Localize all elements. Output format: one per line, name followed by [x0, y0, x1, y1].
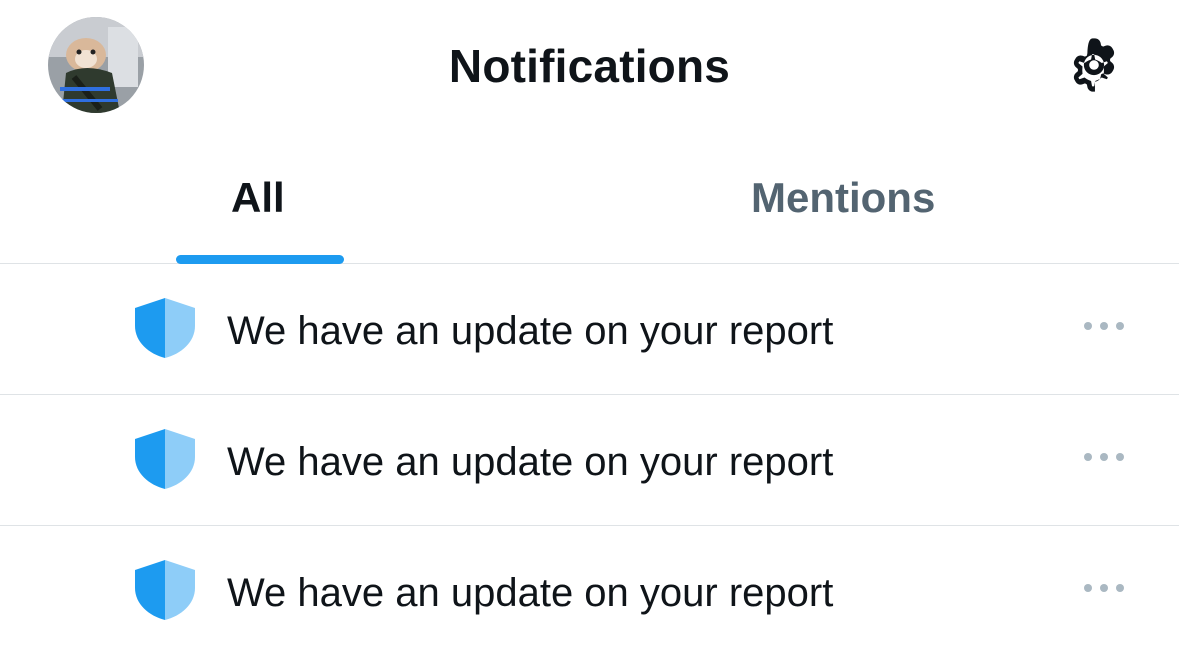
shield-icon: [133, 427, 197, 491]
more-icon[interactable]: [1080, 312, 1128, 340]
active-tab-indicator: [176, 255, 344, 264]
tab-all[interactable]: All: [0, 132, 520, 264]
more-icon[interactable]: [1080, 574, 1128, 602]
shield-icon: [133, 296, 197, 360]
notification-item[interactable]: We have an update on your report: [0, 526, 1179, 652]
notification-list: We have an update on your report We have…: [0, 264, 1179, 652]
shield-icon: [133, 558, 197, 622]
tab-mentions-label: Mentions: [751, 174, 936, 221]
notification-item[interactable]: We have an update on your report: [0, 395, 1179, 526]
more-icon[interactable]: [1080, 443, 1128, 471]
notification-tabs: All Mentions: [0, 132, 1179, 264]
top-bar: Notifications: [0, 0, 1179, 132]
notifications-screen: Notifications All Mentions We have an up…: [0, 0, 1179, 652]
notification-text: We have an update on your report: [227, 571, 834, 615]
gear-icon[interactable]: [1060, 33, 1128, 97]
page-title: Notifications: [448, 40, 731, 92]
notification-item[interactable]: We have an update on your report: [0, 264, 1179, 395]
tab-mentions[interactable]: Mentions: [590, 132, 1110, 263]
notification-text: We have an update on your report: [227, 309, 834, 353]
tab-all-label: All: [231, 174, 285, 221]
notification-text: We have an update on your report: [227, 440, 834, 484]
